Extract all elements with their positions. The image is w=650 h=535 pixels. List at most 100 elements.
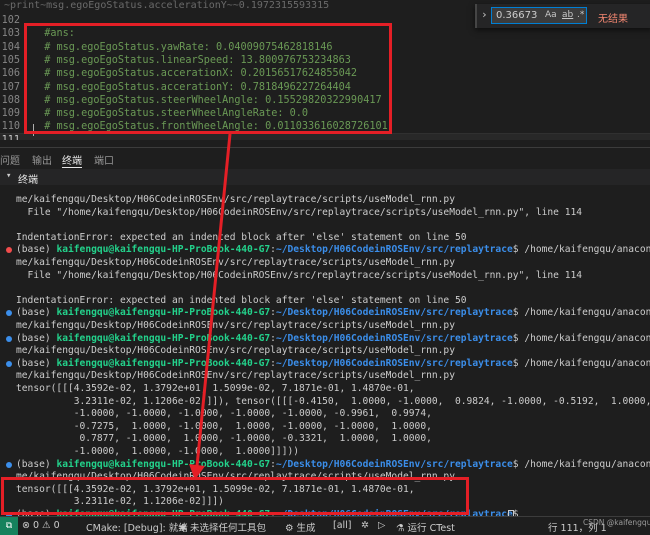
prompt-path: ~/Desktop/H06CodeinROSEnv/src/replaytrac… bbox=[275, 307, 513, 319]
terminal-line-text: (base) kaifengqu@kaifengqu-HP-ProBook-44… bbox=[16, 358, 650, 370]
terminal-line-text: (base) kaifengqu@kaifengqu-HP-ProBook-44… bbox=[16, 459, 650, 471]
terminal-line: (base) kaifengqu@kaifengqu-HP-ProBook-44… bbox=[0, 358, 650, 370]
terminal-text: tensor([[[4.3592e-02, 1.3792e+01, 1.5099… bbox=[16, 383, 415, 394]
terminal-line: me/kaifengqu/Desktop/H06CodeinROSEnv/src… bbox=[0, 194, 650, 206]
editor-line[interactable]: 111 bbox=[0, 132, 650, 140]
terminal-line: 0.7877, -1.0000, 1.0000, -1.0000, -0.332… bbox=[0, 433, 650, 445]
watermark: CSDN @kaifengqu bbox=[583, 518, 650, 527]
match-case-icon[interactable]: Aa bbox=[545, 10, 557, 20]
prompt-path: ~/Desktop/H06CodeinROSEnv/src/replaytrac… bbox=[275, 332, 513, 344]
terminal-text: $ /home/kaifengqu/anaconda3/bin/python /… bbox=[512, 332, 650, 344]
command-status-icon[interactable] bbox=[6, 310, 12, 317]
flask-icon: ⚗ bbox=[396, 523, 408, 534]
terminal-text: IndentationError: expected an indented b… bbox=[16, 294, 467, 306]
terminal-line: File "/home/kaifengqu/Desktop/H06CodeinR… bbox=[0, 207, 650, 219]
status-bar: ⧉ ⊗ 0 ⚠ 0 CMake: [Debug]: 就绪 ✱ 未选择任何工具包 … bbox=[0, 516, 650, 535]
terminal-text: File "/home/kaifengqu/Desktop/H06CodeinR… bbox=[16, 206, 583, 218]
terminal-text: -0.7275, 1.0000, -1.0000, 1.0000, -1.000… bbox=[16, 420, 432, 432]
kit-label: 未选择任何工具包 bbox=[189, 523, 266, 534]
remote-icon[interactable]: ⧉ bbox=[0, 517, 18, 535]
terminal-line: File "/home/kaifengqu/Desktop/H06CodeinR… bbox=[0, 270, 650, 282]
find-input[interactable]: 0.36673 Aa ab .* bbox=[491, 7, 587, 24]
terminal-line: -1.0000, 1.0000, -1.0000, 1.0000]]])) bbox=[0, 446, 650, 458]
terminal-line-text: tensor([[[4.3592e-02, 1.3792e+01, 1.5099… bbox=[16, 383, 415, 395]
tab-terminal[interactable]: 终端 bbox=[62, 152, 82, 168]
annotation-box-editor bbox=[24, 23, 392, 134]
whole-word-icon[interactable]: ab bbox=[562, 10, 573, 20]
prompt-user: kaifengqu@kaifengqu-HP-ProBook-440-G7 bbox=[56, 244, 271, 256]
terminal-line: me/kaifengqu/Desktop/H06CodeinROSEnv/src… bbox=[0, 370, 650, 382]
command-status-icon[interactable] bbox=[6, 360, 12, 367]
gear-icon: ⚙ bbox=[285, 523, 297, 534]
terminal-text: -1.0000, 1.0000, -1.0000, 1.0000]]])) bbox=[16, 446, 300, 457]
find-widget[interactable]: › 0.36673 Aa ab .* 无结果 bbox=[475, 4, 650, 28]
terminal-text: me/kaifengqu/Desktop/H06CodeinROSEnv/src… bbox=[16, 320, 455, 331]
terminal-line: IndentationError: expected an indented b… bbox=[0, 295, 650, 307]
terminal-line-text: me/kaifengqu/Desktop/H06CodeinROSEnv/src… bbox=[16, 320, 455, 332]
chevron-down-icon[interactable]: ▾ bbox=[6, 171, 11, 181]
terminal-line: tensor([[[4.3592e-02, 1.3792e+01, 1.5099… bbox=[0, 383, 650, 395]
terminal-line: (base) kaifengqu@kaifengqu-HP-ProBook-44… bbox=[0, 333, 650, 345]
terminal-text: $ /home/kaifengqu/anaconda3/bin/python /… bbox=[512, 458, 650, 470]
build-label: 生成 bbox=[296, 523, 316, 534]
terminal-line-text: me/kaifengqu/Desktop/H06CodeinROSEnv/src… bbox=[16, 370, 455, 382]
terminal-line-text: (base) kaifengqu@kaifengqu-HP-ProBook-44… bbox=[16, 333, 650, 345]
terminal-line-text: me/kaifengqu/Desktop/H06CodeinROSEnv/src… bbox=[16, 345, 455, 357]
terminal-line: -0.7275, 1.0000, -1.0000, 1.0000, -1.000… bbox=[0, 421, 650, 433]
terminal-text: (base) bbox=[16, 357, 57, 369]
terminal-text: 0.7877, -1.0000, 1.0000, -1.0000, -0.332… bbox=[16, 433, 432, 445]
tab-problems[interactable]: 问题 bbox=[0, 152, 20, 167]
terminal-text: $ bbox=[512, 509, 525, 516]
terminal-section-title: 终端 bbox=[18, 175, 38, 186]
terminal-line-text: File "/home/kaifengqu/Desktop/H06CodeinR… bbox=[16, 206, 583, 219]
command-status-icon[interactable] bbox=[6, 461, 12, 468]
ctest-button[interactable]: ⚗ 运行 CTest bbox=[396, 520, 455, 534]
command-status-icon[interactable] bbox=[6, 247, 12, 254]
terminal-text: IndentationError: expected an indented b… bbox=[16, 231, 467, 243]
debug-icon[interactable]: ✲ bbox=[361, 520, 369, 531]
regex-icon[interactable]: .* bbox=[577, 10, 584, 20]
terminal-text: (base) bbox=[16, 244, 57, 256]
kit-status[interactable]: ✱ 未选择任何工具包 bbox=[179, 520, 266, 534]
terminal-line-text: me/kaifengqu/Desktop/H06CodeinROSEnv/src… bbox=[16, 194, 455, 206]
target-selector[interactable]: [all] bbox=[333, 520, 352, 531]
cmake-status[interactable]: CMake: [Debug]: 就绪 bbox=[86, 520, 188, 534]
chevron-right-icon[interactable]: › bbox=[481, 8, 488, 21]
terminal-output[interactable]: me/kaifengqu/Desktop/H06CodeinROSEnv/src… bbox=[0, 188, 650, 516]
terminal-line-text: 0.7877, -1.0000, 1.0000, -1.0000, -0.332… bbox=[16, 433, 432, 445]
terminal-text: me/kaifengqu/Desktop/H06CodeinROSEnv/src… bbox=[16, 345, 455, 357]
terminal-line-text: me/kaifengqu/Desktop/H06CodeinROSEnv/src… bbox=[16, 257, 455, 269]
terminal-text: (base) bbox=[16, 307, 57, 319]
prompt-user: kaifengqu@kaifengqu-HP-ProBook-440-G7 bbox=[56, 332, 271, 344]
terminal-line-text: -0.7275, 1.0000, -1.0000, 1.0000, -1.000… bbox=[16, 421, 432, 433]
terminal-text: $ /home/kaifengqu/anaconda3/bin/python /… bbox=[512, 244, 650, 256]
terminal-line: IndentationError: expected an indented b… bbox=[0, 232, 650, 244]
terminal-section-header[interactable]: ▾ 终端 bbox=[0, 169, 650, 186]
terminal-line-text: IndentationError: expected an indented b… bbox=[16, 295, 467, 307]
terminal-line: (base) kaifengqu@kaifengqu-HP-ProBook-44… bbox=[0, 307, 650, 319]
build-button[interactable]: ⚙ 生成 bbox=[285, 520, 316, 534]
wrench-icon: ✱ bbox=[179, 523, 190, 534]
terminal-line-text: (base) kaifengqu@kaifengqu-HP-ProBook-44… bbox=[16, 307, 650, 319]
prompt-user: kaifengqu@kaifengqu-HP-ProBook-440-G7 bbox=[56, 458, 271, 470]
find-input-value: 0.36673 bbox=[496, 10, 538, 21]
command-status-icon[interactable] bbox=[6, 335, 12, 342]
terminal-text: -1.0000, -1.0000, -1.0000, -1.0000, -1.0… bbox=[16, 408, 432, 420]
problems-status[interactable]: ⊗ 0 ⚠ 0 bbox=[22, 520, 60, 531]
tab-output[interactable]: 输出 bbox=[32, 152, 52, 167]
terminal-line-text: -1.0000, -1.0000, -1.0000, -1.0000, -1.0… bbox=[16, 408, 432, 420]
terminal-line-text: IndentationError: expected an indented b… bbox=[16, 232, 467, 244]
run-icon[interactable]: ▷ bbox=[378, 520, 385, 531]
terminal-text: 3.2311e-02, 1.1206e-02]]]), tensor([[[-0… bbox=[16, 395, 650, 407]
prompt-path: ~/Desktop/H06CodeinROSEnv/src/replaytrac… bbox=[275, 357, 513, 369]
terminal-line: (base) kaifengqu@kaifengqu-HP-ProBook-44… bbox=[0, 244, 650, 256]
terminal-line-text: File "/home/kaifengqu/Desktop/H06CodeinR… bbox=[16, 270, 583, 282]
terminal-line: me/kaifengqu/Desktop/H06CodeinROSEnv/src… bbox=[0, 257, 650, 269]
find-no-results: 无结果 bbox=[598, 14, 628, 25]
terminal-text: me/kaifengqu/Desktop/H06CodeinROSEnv/src… bbox=[16, 257, 455, 268]
tab-ports[interactable]: 端口 bbox=[94, 152, 114, 167]
prompt-path: ~/Desktop/H06CodeinROSEnv/src/replaytrac… bbox=[275, 244, 513, 256]
terminal-text: (base) bbox=[16, 332, 57, 344]
